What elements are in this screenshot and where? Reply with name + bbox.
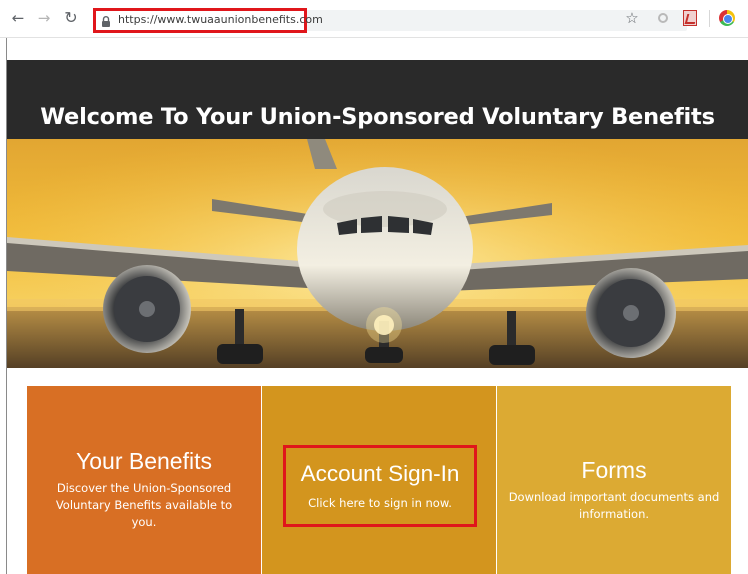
browser-toolbar: ← → ↻ https://www.twuaaunionbenefits.com… (0, 0, 748, 38)
url-text[interactable]: https://www.twuaaunionbenefits.com (118, 13, 323, 26)
pdf-extension-icon[interactable] (683, 10, 697, 26)
arrow-right-icon: → (37, 9, 51, 27)
sign-in-link[interactable]: Click here to sign in now. (286, 495, 474, 512)
sign-in-highlight[interactable]: Account Sign-In Click here to sign in no… (283, 445, 477, 527)
extension-circle-icon[interactable] (658, 13, 668, 23)
card-description: Download important documents and informa… (508, 490, 720, 521)
arrow-left-icon: ← (11, 9, 25, 27)
your-benefits-card[interactable]: Your Benefits Discover the Union-Sponsor… (27, 386, 261, 574)
card-title[interactable]: Your Benefits (27, 448, 261, 475)
lock-icon (102, 16, 110, 27)
toolbar-divider (709, 10, 710, 27)
forms-card[interactable]: Forms Download important documents and i… (497, 386, 731, 574)
hero-title: Welcome To Your Union-Sponsored Voluntar… (40, 104, 715, 130)
reload-icon: ↻ (64, 8, 78, 27)
forward-button[interactable]: → (34, 8, 54, 28)
address-bar[interactable]: https://www.twuaaunionbenefits.com (93, 8, 323, 33)
account-sign-in-card[interactable]: Account Sign-In Click here to sign in no… (262, 386, 496, 574)
star-icon[interactable]: ☆ (623, 9, 641, 27)
reload-button[interactable]: ↻ (61, 8, 81, 28)
hero-airplane-image (7, 139, 748, 368)
feature-cards: Your Benefits Discover the Union-Sponsor… (27, 386, 731, 574)
chrome-extension-icon[interactable] (719, 10, 735, 26)
back-button[interactable]: ← (8, 8, 28, 28)
card-title[interactable]: Account Sign-In (286, 461, 474, 487)
hero-banner: Welcome To Your Union-Sponsored Voluntar… (7, 60, 748, 368)
card-description: Discover the Union-Sponsored Voluntary B… (55, 481, 233, 529)
card-title[interactable]: Forms (497, 457, 731, 484)
